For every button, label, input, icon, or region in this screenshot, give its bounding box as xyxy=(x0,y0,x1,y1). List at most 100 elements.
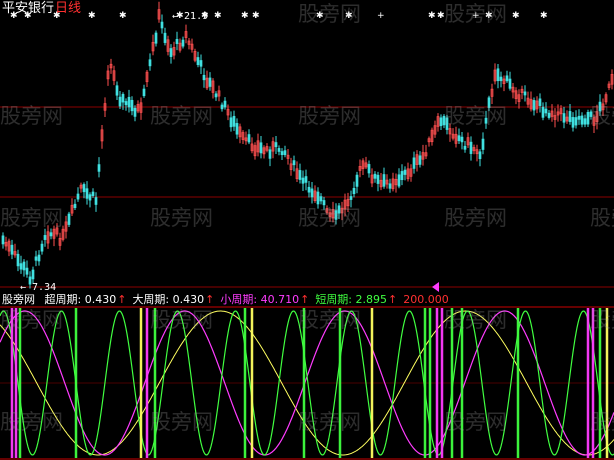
candle-body xyxy=(532,100,536,111)
candle-body xyxy=(22,261,26,271)
price-chart[interactable]: ✱ ✱ ✱ ✱ ✱ ✱ ✱ ✱ ✱ ✱ ✱ ✱ + ✱ ✱ + ✱ ✱ ✱ xyxy=(0,0,614,292)
candle-body xyxy=(91,191,95,196)
signal-star-icon: ✱ xyxy=(428,11,436,21)
candle-body xyxy=(16,253,20,267)
candle-body xyxy=(355,174,359,187)
candle-body xyxy=(196,57,200,65)
candle-body xyxy=(376,174,380,184)
legend-small-cycle: 小周期: 40.710↑ xyxy=(220,293,309,306)
candle-body xyxy=(232,115,236,127)
candle-body xyxy=(10,244,14,255)
up-arrow-icon: ↑ xyxy=(205,293,215,306)
candle-body xyxy=(496,68,500,82)
candle-body xyxy=(568,111,572,122)
candle-body xyxy=(94,197,98,205)
legend-value: 40.710 xyxy=(260,293,300,306)
candle-body xyxy=(412,157,416,169)
candle-body xyxy=(76,193,80,200)
candle-body xyxy=(40,243,44,252)
candle-body xyxy=(133,107,137,117)
signal-star-icon: + xyxy=(472,11,480,21)
legend-value: 0.430 xyxy=(84,293,117,306)
candle-body xyxy=(457,135,461,142)
candle-body xyxy=(538,98,542,106)
candle-body xyxy=(43,235,47,240)
candle-body xyxy=(34,256,38,261)
up-arrow-icon: ↑ xyxy=(300,293,310,306)
candle-body xyxy=(580,115,584,125)
candle-body xyxy=(598,101,602,112)
legend-level: 200.000 xyxy=(403,293,449,306)
candle-body xyxy=(292,160,296,166)
candle-body xyxy=(160,21,164,29)
signal-star-icon: ✱ xyxy=(437,11,445,21)
candle-body xyxy=(49,232,53,237)
candle-body xyxy=(310,188,314,198)
candle-body xyxy=(484,117,488,124)
candle-body xyxy=(418,155,422,165)
candle-body xyxy=(304,176,308,183)
cursor-marker-icon xyxy=(432,282,439,292)
candle-body xyxy=(121,93,125,103)
signal-star-icon: ✱ xyxy=(241,11,249,21)
candle-body xyxy=(280,151,284,155)
candle-body xyxy=(487,97,491,108)
candle-body xyxy=(235,123,239,135)
candle-body xyxy=(316,191,320,205)
candle-body xyxy=(562,113,566,123)
candle-body xyxy=(547,112,551,118)
stock-name[interactable]: 平安银行 xyxy=(2,1,54,16)
candle-body xyxy=(1,235,5,245)
candle-body xyxy=(127,96,131,108)
chart-title: 平安银行日线 xyxy=(2,1,81,17)
candle-body xyxy=(223,100,227,108)
candle-body xyxy=(388,183,392,189)
candle-body xyxy=(583,118,587,125)
candle-body xyxy=(589,111,593,117)
legend-label: 小周期: xyxy=(220,293,258,306)
candle-body xyxy=(142,88,146,97)
legend-label: 短周期: xyxy=(315,293,353,306)
candle-body xyxy=(283,150,287,156)
candle-body xyxy=(469,141,473,154)
candle-body xyxy=(352,187,356,195)
candle-body xyxy=(229,117,233,128)
legend-value: 0.430 xyxy=(172,293,205,306)
candle-body xyxy=(154,32,158,44)
candle-body xyxy=(301,177,305,184)
candle-body xyxy=(115,85,119,96)
candle-body xyxy=(124,101,128,106)
candle-body xyxy=(505,75,509,82)
candle-body xyxy=(118,96,122,107)
legend-short-cycle: 短周期: 2.895↑ xyxy=(315,293,397,306)
candle-body xyxy=(334,210,338,220)
candle-body xyxy=(259,142,263,154)
signal-star-icon: ✱ xyxy=(119,11,127,21)
legend-super-cycle: 超周期: 0.430↑ xyxy=(45,293,127,306)
candle-body xyxy=(460,136,464,143)
candle-body xyxy=(181,39,185,47)
candle-body xyxy=(463,145,467,150)
candle-body xyxy=(25,267,29,275)
candle-body xyxy=(541,106,545,118)
candle-body xyxy=(37,254,41,262)
signal-star-icon: ✱ xyxy=(316,11,324,21)
stock-chart-window: ✱ ✱ ✱ ✱ ✱ ✱ ✱ ✱ ✱ ✱ ✱ ✱ + ✱ ✱ + ✱ ✱ ✱ 平安银行日线 ← 21.9 ← 7.34… xyxy=(0,0,614,460)
candle-body xyxy=(208,77,212,87)
candle-body xyxy=(148,59,152,67)
candle-body xyxy=(499,76,503,82)
candle-body xyxy=(577,115,581,120)
candle-body xyxy=(481,138,485,150)
legend-large-cycle: 大周期: 0.430↑ xyxy=(132,293,214,306)
candle-body xyxy=(478,151,482,160)
candle-body xyxy=(130,99,134,112)
candle-body xyxy=(82,184,86,193)
candle-body xyxy=(88,194,92,201)
signal-star-icon: ✱ xyxy=(512,11,520,21)
signal-star-icon: ✱ xyxy=(88,11,96,21)
candle-body xyxy=(199,60,203,67)
indicator-name[interactable]: 股旁网 xyxy=(2,293,35,306)
period-selector[interactable]: 日线 xyxy=(55,1,81,16)
candle-body xyxy=(97,164,101,172)
cycle-oscillator-chart[interactable] xyxy=(0,306,614,460)
